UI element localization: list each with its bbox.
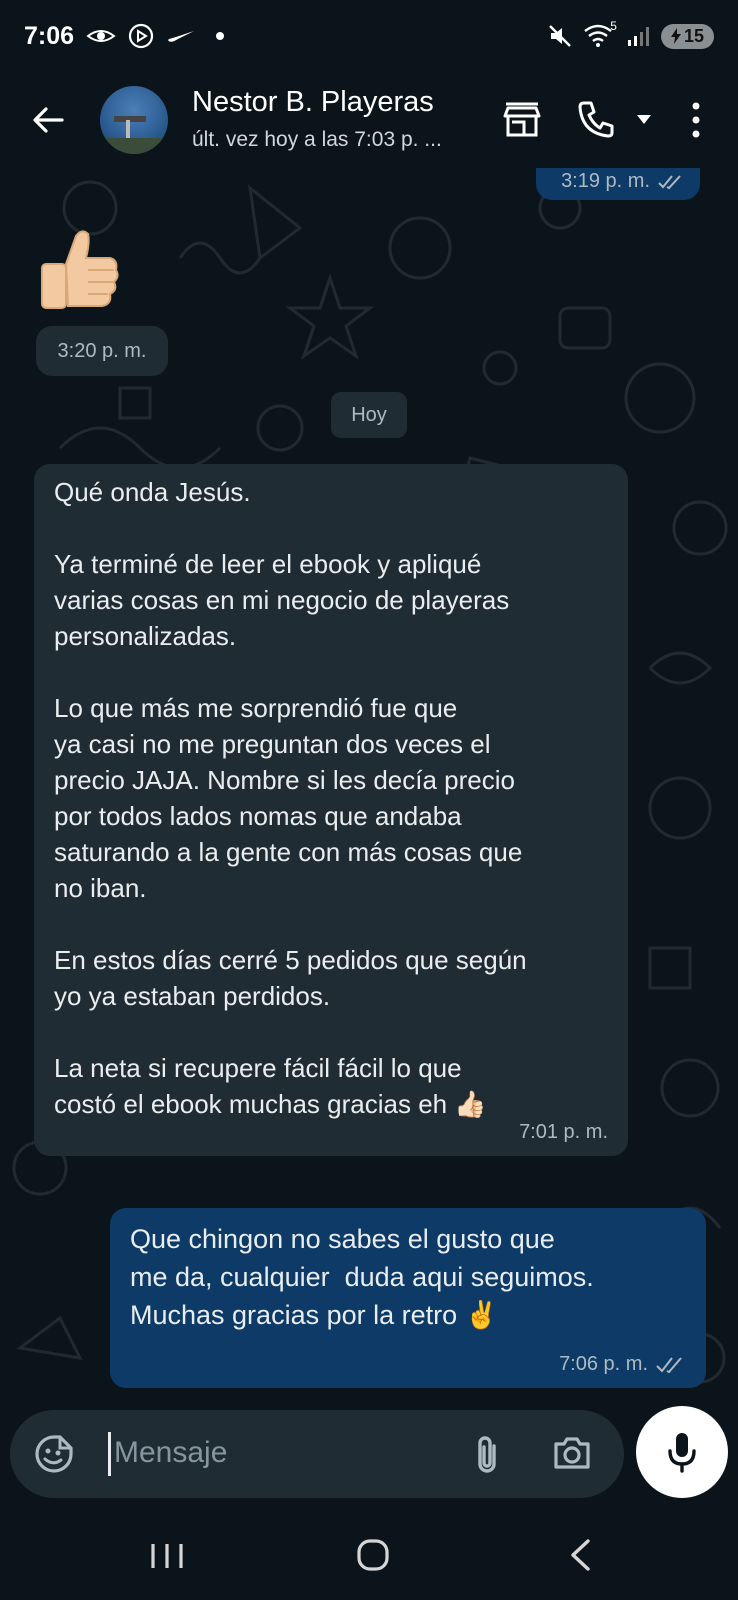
status-bar: 7:06 5 15	[0, 0, 738, 72]
message-text: Qué onda Jesús. Ya terminé de leer el eb…	[54, 477, 527, 1119]
eye-logo-icon	[86, 30, 116, 42]
message-text: Que chingon no sabes el gusto que me da,…	[130, 1224, 594, 1330]
system-nav-bar	[0, 1510, 738, 1600]
charging-bolt-icon	[670, 28, 681, 44]
status-right: 5 15	[547, 19, 714, 49]
more-options-icon[interactable]	[688, 100, 704, 140]
call-dropdown-icon[interactable]	[636, 114, 652, 126]
voice-record-button[interactable]	[636, 1406, 728, 1498]
attach-icon[interactable]	[472, 1434, 502, 1476]
camera-icon[interactable]	[552, 1434, 592, 1472]
home-icon[interactable]	[356, 1538, 390, 1572]
read-checks-icon	[658, 174, 681, 189]
message-input[interactable]: Mensaje	[114, 1436, 227, 1470]
wifi-label: 5	[610, 19, 617, 33]
sticker-time: 3:20 p. m.	[57, 339, 147, 362]
mute-icon	[549, 25, 571, 47]
battery-indicator: 15	[660, 23, 714, 49]
message-time: 7:01 p. m.	[519, 1121, 608, 1143]
store-icon[interactable]	[502, 102, 542, 138]
status-time: 7:06	[24, 21, 75, 50]
message-time: 7:06 p. m.	[559, 1353, 648, 1375]
contact-name[interactable]: Nestor B. Playeras	[192, 86, 434, 119]
outgoing-message[interactable]: Que chingon no sabes el gusto que me da,…	[110, 1208, 706, 1388]
phone-icon[interactable]	[578, 100, 614, 138]
swoosh-icon	[168, 31, 195, 42]
contact-avatar[interactable]	[100, 86, 168, 154]
wifi-icon: 5	[583, 19, 617, 49]
outgoing-message-partial[interactable]: 3:19 p. m.	[536, 168, 700, 200]
emoji-sticker-icon[interactable]	[34, 1434, 74, 1474]
recent-apps-icon[interactable]	[150, 1542, 184, 1570]
incoming-message[interactable]: Qué onda Jesús. Ya terminé de leer el eb…	[34, 464, 628, 1156]
message-time: 3:19 p. m.	[561, 170, 650, 192]
contact-last-seen[interactable]: últ. vez hoy a las 7:03 p. ...	[192, 128, 442, 152]
thumbs-up-icon	[41, 230, 119, 309]
play-circle-icon	[128, 23, 154, 49]
text-caret	[108, 1432, 111, 1476]
thumbs-up-sticker[interactable]	[36, 228, 120, 316]
notification-dot-icon	[216, 32, 225, 40]
message-composer: Mensaje	[0, 1406, 738, 1520]
back-nav-icon[interactable]	[568, 1538, 592, 1572]
status-left: 7:06	[24, 21, 225, 51]
back-arrow-icon[interactable]	[28, 100, 68, 140]
chat-area[interactable]: 3:19 p. m. 3:20 p. m. Hoy Qué onda Jesús…	[0, 168, 738, 1410]
message-meta: 7:06 p. m.	[559, 1353, 686, 1376]
microphone-icon	[668, 1433, 696, 1473]
battery-level: 15	[683, 25, 704, 46]
chat-header: Nestor B. Playeras últ. vez hoy a las 7:…	[0, 72, 738, 168]
read-checks-icon	[656, 1356, 682, 1373]
message-input-container[interactable]: Mensaje	[10, 1410, 624, 1498]
date-separator: Hoy	[331, 392, 407, 438]
message-meta: 3:19 p. m.	[561, 170, 684, 193]
message-meta: 7:01 p. m.	[519, 1121, 608, 1144]
sticker-time-chip: 3:20 p. m.	[36, 326, 168, 376]
signal-bars-icon	[627, 27, 649, 46]
